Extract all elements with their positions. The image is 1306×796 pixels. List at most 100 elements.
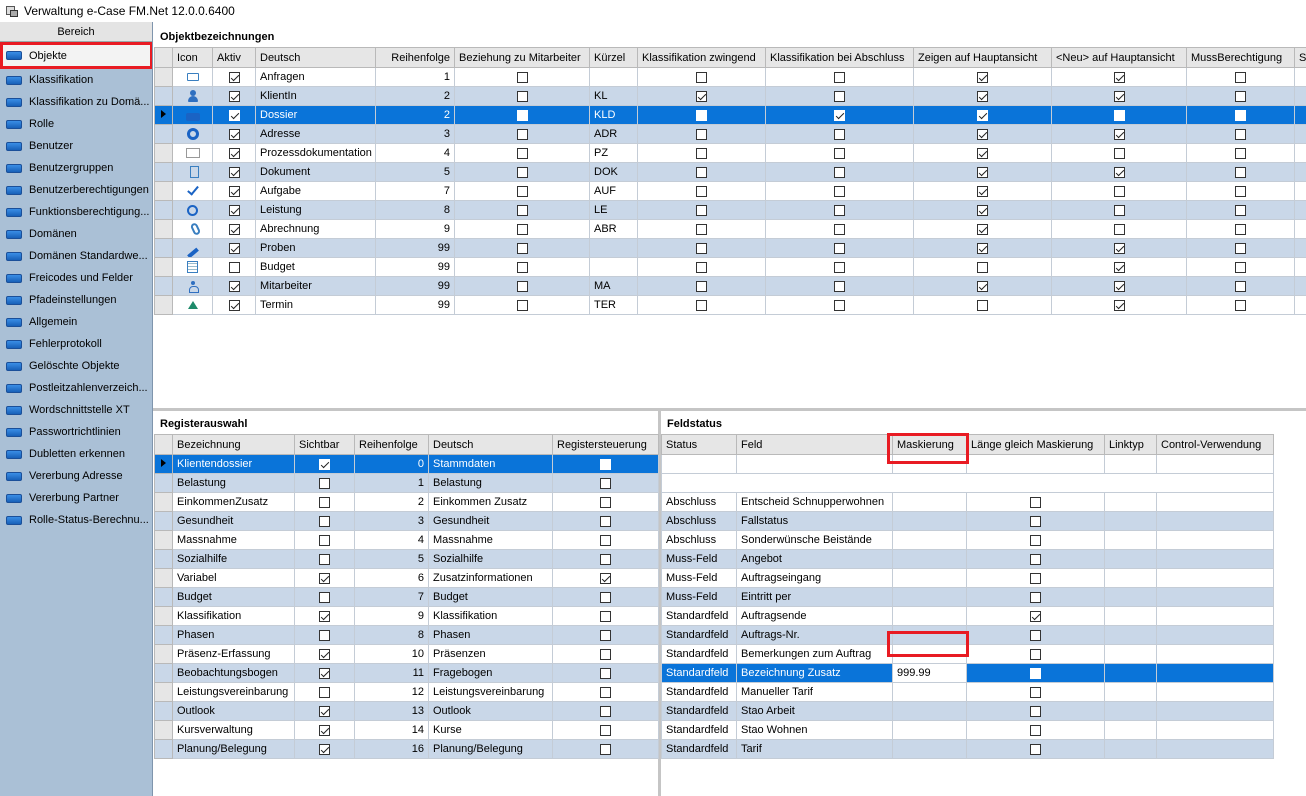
klassifikation-abschluss-checkbox[interactable]	[834, 242, 845, 254]
laenge-gleich-maskierung-checkbox[interactable]	[1030, 705, 1041, 717]
table-row[interactable]: Muss-Feld Auftragseingang	[661, 568, 1274, 588]
laenge-gleich-maskierung-checkbox[interactable]	[1030, 743, 1041, 755]
muss-berechtigung-checkbox[interactable]	[1235, 204, 1246, 216]
neu-hauptansicht-checkbox[interactable]	[1113, 280, 1125, 292]
filter-cell[interactable]	[661, 454, 737, 474]
registersteuerung-checkbox[interactable]	[600, 553, 611, 565]
registersteuerung-checkbox[interactable]	[600, 629, 611, 641]
linktyp-cell[interactable]	[1104, 720, 1157, 740]
objekt-column-header[interactable]: Deutsch	[255, 47, 376, 68]
deutsch-cell[interactable]: Anfragen	[255, 67, 376, 87]
linktyp-cell[interactable]	[1104, 511, 1157, 531]
row-selector[interactable]	[154, 86, 173, 106]
muss-berechtigung-checkbox[interactable]	[1235, 261, 1246, 273]
beziehung-checkbox[interactable]	[516, 147, 528, 159]
control-verwendung-cell[interactable]	[1156, 492, 1274, 512]
neu-hauptansicht-checkbox[interactable]	[1113, 90, 1125, 102]
bezeichnung-cell[interactable]: EinkommenZusatz	[172, 492, 295, 512]
bezeichnung-cell[interactable]: Kursverwaltung	[172, 720, 295, 740]
feld-cell[interactable]: Auftragsende	[736, 606, 893, 626]
deutsch-cell[interactable]: Fragebogen	[428, 663, 553, 683]
row-selector[interactable]	[154, 219, 173, 239]
objekt-column-header[interactable]: <Neu> auf Hauptansicht	[1051, 47, 1187, 68]
reihenfolge-cell[interactable]: 4	[375, 143, 455, 163]
maskierung-cell[interactable]	[892, 492, 967, 512]
horizontal-splitter[interactable]	[153, 408, 1306, 411]
maskierung-cell[interactable]	[892, 720, 967, 740]
table-row[interactable]: Leistung 8 LE	[154, 200, 1306, 220]
linktyp-cell[interactable]	[1104, 739, 1157, 759]
bezeichnung-cell[interactable]: Planung/Belegung	[172, 739, 295, 759]
table-row[interactable]: Prozessdokumentation 4 PZ	[154, 143, 1306, 163]
deutsch-cell[interactable]: Proben	[255, 238, 376, 258]
sidebar-item-14[interactable]: Gelöschte Objekte	[0, 355, 152, 377]
reihenfolge-cell[interactable]: 8	[354, 625, 429, 645]
status-cell[interactable]: Muss-Feld	[661, 568, 737, 588]
sichtbar-checkbox[interactable]	[319, 724, 330, 736]
reihenfolge-cell[interactable]: 11	[354, 663, 429, 683]
sichtbar-checkbox[interactable]	[319, 743, 330, 755]
status-cell[interactable]: Standardfeld	[661, 739, 737, 759]
aktiv-checkbox[interactable]	[228, 166, 240, 178]
table-row[interactable]: Budget 99	[154, 257, 1306, 277]
muss-berechtigung-checkbox[interactable]	[1235, 242, 1246, 254]
status-cell[interactable]: Standardfeld	[661, 682, 737, 702]
control-verwendung-cell[interactable]	[1156, 568, 1274, 588]
table-row[interactable]: Belastung 1 Belastung	[154, 473, 659, 493]
deutsch-cell[interactable]: Präsenzen	[428, 644, 553, 664]
row-selector[interactable]	[154, 682, 173, 702]
filter-cell[interactable]	[736, 454, 893, 474]
zeigen-hauptansicht-checkbox[interactable]	[977, 299, 988, 311]
table-row[interactable]: Planung/Belegung 16 Planung/Belegung	[154, 739, 659, 759]
reihenfolge-cell[interactable]: 0	[354, 454, 429, 474]
maskierung-cell[interactable]	[892, 587, 967, 607]
neu-hauptansicht-checkbox[interactable]	[1113, 223, 1125, 235]
table-row[interactable]: Beobachtungsbogen 11 Fragebogen	[154, 663, 659, 683]
laenge-gleich-maskierung-checkbox[interactable]	[1030, 686, 1041, 698]
muss-berechtigung-checkbox[interactable]	[1235, 223, 1246, 235]
deutsch-cell[interactable]: Leistungsvereinbarung	[428, 682, 553, 702]
maskierung-cell[interactable]	[892, 625, 967, 645]
table-row[interactable]: Leistungsvereinbarung 12 Leistungsvereinba…	[154, 682, 659, 702]
table-row[interactable]: Muss-Feld Eintritt per	[661, 587, 1274, 607]
laenge-gleich-maskierung-checkbox[interactable]	[1030, 496, 1041, 508]
row-selector[interactable]	[154, 200, 173, 220]
table-row[interactable]: Proben 99	[154, 238, 1306, 258]
status-cell[interactable]: Standardfeld	[661, 606, 737, 626]
neu-hauptansicht-checkbox[interactable]	[1113, 204, 1125, 216]
laenge-gleich-maskierung-checkbox[interactable]	[1030, 648, 1041, 660]
aktiv-checkbox[interactable]	[228, 299, 240, 311]
sichtbar-checkbox[interactable]	[319, 458, 330, 470]
kuerzel-cell[interactable]: ADR	[589, 124, 638, 144]
sichtbar-checkbox[interactable]	[319, 496, 330, 508]
row-selector[interactable]	[154, 454, 173, 474]
feld-cell[interactable]: Manueller Tarif	[736, 682, 893, 702]
deutsch-cell[interactable]: Massnahme	[428, 530, 553, 550]
registersteuerung-checkbox[interactable]	[600, 591, 611, 603]
deutsch-cell[interactable]: Mitarbeiter	[255, 276, 376, 296]
table-row[interactable]: Standardfeld Auftrags-Nr.	[661, 625, 1274, 645]
neu-hauptansicht-checkbox[interactable]	[1113, 242, 1125, 254]
feld-cell[interactable]: Bemerkungen zum Auftrag	[736, 644, 893, 664]
bezeichnung-cell[interactable]: Klassifikation	[172, 606, 295, 626]
muss-berechtigung-checkbox[interactable]	[1235, 147, 1246, 159]
sichtbar-checkbox[interactable]	[319, 534, 330, 546]
reihenfolge-cell[interactable]: 7	[375, 181, 455, 201]
status-cell[interactable]: Muss-Feld	[661, 587, 737, 607]
deutsch-cell[interactable]: Zusatzinformationen	[428, 568, 553, 588]
bezeichnung-cell[interactable]: Gesundheit	[172, 511, 295, 531]
deutsch-cell[interactable]: Klassifikation	[428, 606, 553, 626]
neu-hauptansicht-checkbox[interactable]	[1113, 71, 1125, 83]
feld-cell[interactable]: Eintritt per	[736, 587, 893, 607]
bezeichnung-cell[interactable]: Belastung	[172, 473, 295, 493]
muss-berechtigung-checkbox[interactable]	[1235, 128, 1246, 140]
reihenfolge-cell[interactable]: 3	[354, 511, 429, 531]
row-selector[interactable]	[154, 67, 173, 87]
laenge-gleich-maskierung-checkbox[interactable]	[1030, 724, 1041, 736]
reihenfolge-cell[interactable]: 6	[354, 568, 429, 588]
sichtbar-checkbox[interactable]	[319, 705, 330, 717]
status-cell[interactable]: Abschluss	[661, 530, 737, 550]
beziehung-checkbox[interactable]	[516, 90, 528, 102]
table-row[interactable]: Variabel 6 Zusatzinformationen	[154, 568, 659, 588]
maskierung-cell[interactable]	[892, 682, 967, 702]
